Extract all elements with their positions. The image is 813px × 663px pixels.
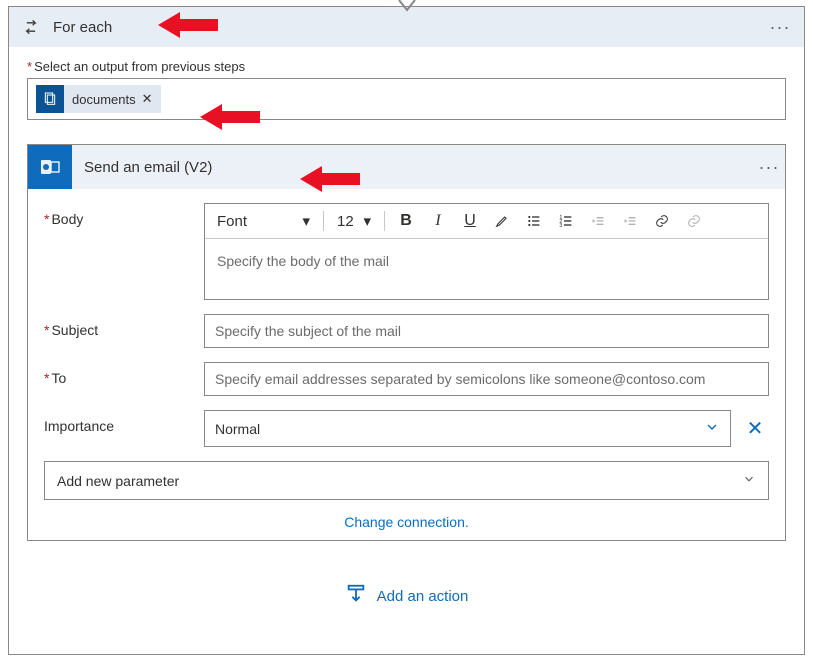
italic-button[interactable]: I <box>424 208 452 234</box>
numbered-list-button[interactable]: 123 <box>552 208 580 234</box>
add-an-action-button[interactable]: Add an action <box>345 583 469 609</box>
token-remove-icon[interactable]: ✕ <box>142 91 153 107</box>
importance-value: Normal <box>215 421 260 437</box>
body-textarea[interactable]: Specify the body of the mail <box>205 239 768 299</box>
importance-select[interactable]: Normal <box>204 410 731 447</box>
send-email-header[interactable]: Send an email (V2) ··· <box>28 145 785 189</box>
importance-label: Importance <box>44 410 204 434</box>
annotation-arrow-icon <box>300 162 360 196</box>
chevron-down-icon <box>742 472 756 489</box>
select-output-input[interactable]: documents ✕ <box>27 78 786 120</box>
send-email-title: Send an email (V2) <box>84 159 753 176</box>
change-connection-link[interactable]: Change connection. <box>44 514 769 530</box>
flow-connector-arrow-icon <box>395 0 419 17</box>
to-label: *To <box>44 362 204 386</box>
font-family-dropdown[interactable]: Font▾ <box>211 208 316 234</box>
documents-token-icon <box>36 85 64 113</box>
importance-clear-button[interactable]: ✕ <box>741 416 769 441</box>
loop-icon <box>17 13 45 41</box>
body-label: *Body <box>44 203 204 227</box>
select-output-label: *Select an output from previous steps <box>27 59 786 74</box>
link-button[interactable] <box>648 208 676 234</box>
chevron-down-icon <box>704 419 720 438</box>
add-new-parameter-dropdown[interactable]: Add new parameter <box>44 461 769 500</box>
svg-text:3: 3 <box>559 223 562 229</box>
subject-input[interactable] <box>204 314 769 348</box>
for-each-menu-button[interactable]: ··· <box>764 11 796 43</box>
outdent-button[interactable] <box>584 208 612 234</box>
font-size-dropdown[interactable]: 12▾ <box>331 208 377 234</box>
rich-text-toolbar: Font▾ 12▾ B I U <box>205 204 768 239</box>
unlink-button[interactable] <box>680 208 708 234</box>
token-label: documents <box>72 92 136 107</box>
annotation-arrow-icon <box>158 8 218 42</box>
bullet-list-button[interactable] <box>520 208 548 234</box>
to-input[interactable] <box>204 362 769 396</box>
outlook-icon <box>28 145 72 189</box>
underline-button[interactable]: U <box>456 208 484 234</box>
add-action-icon <box>345 583 367 609</box>
highlight-button[interactable] <box>488 208 516 234</box>
send-email-card: Send an email (V2) ··· *Body Font▾ 12▾ <box>27 144 786 541</box>
bold-button[interactable]: B <box>392 208 420 234</box>
for-each-card: For each ··· *Select an output from prev… <box>8 6 805 655</box>
annotation-arrow-icon <box>200 100 260 134</box>
body-editor: Font▾ 12▾ B I U <box>204 203 769 300</box>
add-an-action-label: Add an action <box>377 588 469 605</box>
indent-button[interactable] <box>616 208 644 234</box>
subject-label: *Subject <box>44 314 204 338</box>
token-documents[interactable]: documents ✕ <box>36 85 161 113</box>
send-email-menu-button[interactable]: ··· <box>753 151 785 183</box>
